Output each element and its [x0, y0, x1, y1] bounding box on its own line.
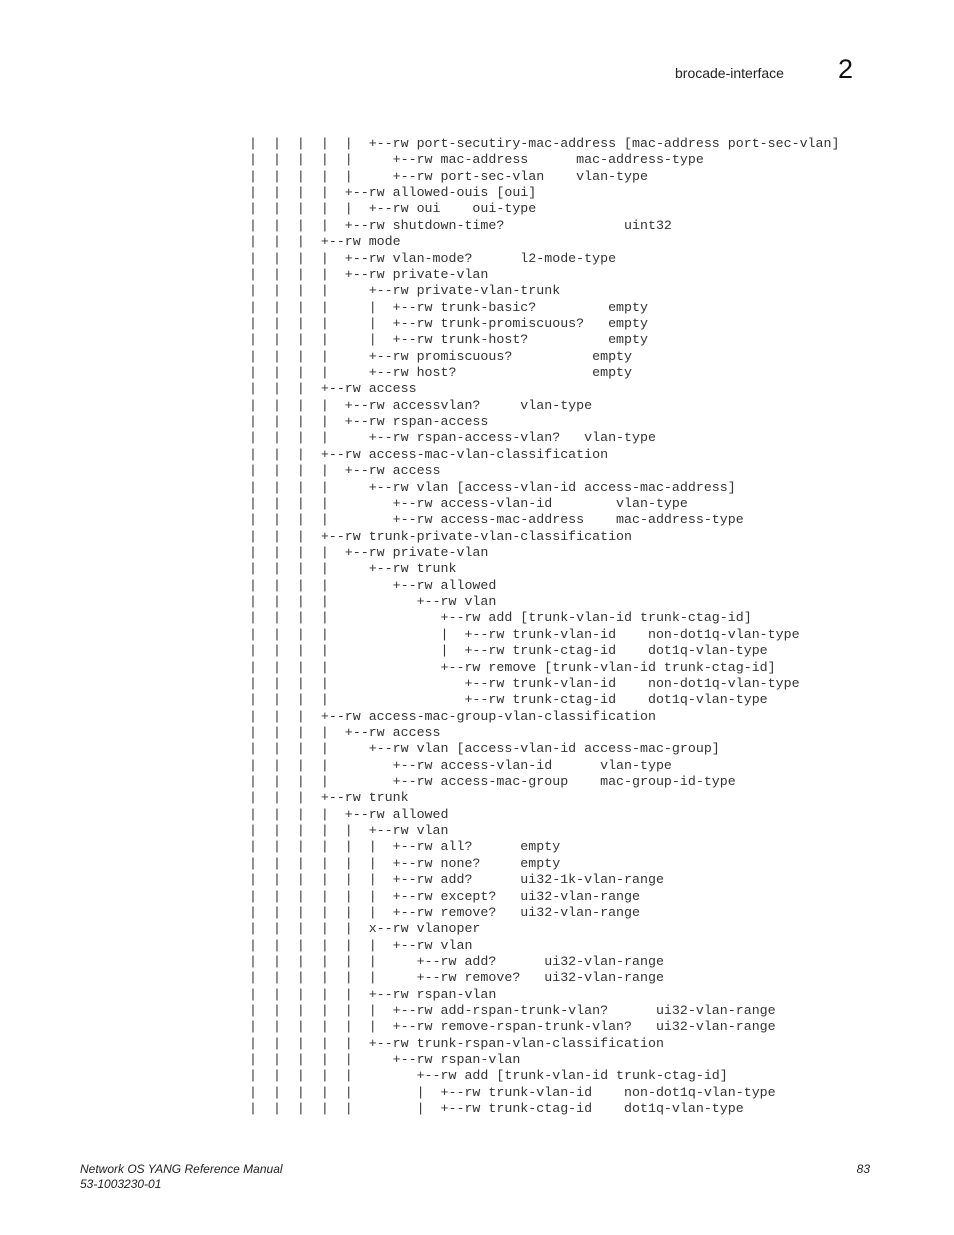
tree-line: | | | | +--rw add [trunk-vlan-id trunk-c… [249, 610, 752, 626]
footer-manual-title: Network OS YANG Reference Manual [80, 1162, 283, 1176]
tree-line: | | | +--rw access-mac-vlan-classificati… [249, 446, 609, 462]
tree-line: | | | | +--rw rspan-access-vlan? vlan-ty… [249, 430, 656, 446]
tree-line: | | | | +--rw remove [trunk-vlan-id trun… [249, 659, 776, 675]
tree-line: | | | | | | +--rw add? ui32-1k-vlan-rang… [249, 872, 664, 888]
tree-line: | | | | | | +--rw remove? ui32-vlan-rang… [249, 904, 640, 920]
tree-line: | | | | | | +--rw none? empty [249, 855, 561, 871]
tree-line: | | | | +--rw trunk [249, 561, 457, 577]
tree-line: | | | | +--rw shutdown-time? uint32 [249, 217, 672, 233]
tree-line: | | | | +--rw allowed [249, 806, 449, 822]
tree-line: | | | | +--rw access-mac-group mac-group… [249, 774, 736, 790]
tree-line: | | | | +--rw rspan-access [249, 414, 489, 430]
tree-line: | | | | | +--rw add [trunk-vlan-id trunk… [249, 1068, 728, 1084]
tree-line: | | | | +--rw vlan [access-vlan-id acces… [249, 479, 736, 495]
tree-line: | | | +--rw mode [249, 234, 401, 250]
tree-line: | | | +--rw access-mac-group-vlan-classi… [249, 708, 656, 724]
tree-line: | | | | +--rw vlan [249, 594, 497, 610]
tree-line: | | | | | +--rw vlan [249, 823, 449, 839]
tree-line: | | | | +--rw vlan [access-vlan-id acces… [249, 741, 720, 757]
tree-line: | | | +--rw trunk-private-vlan-classific… [249, 528, 633, 544]
tree-line: | | | | +--rw trunk-ctag-id dot1q-vlan-t… [249, 692, 768, 708]
tree-line: | | | | | +--rw trunk-basic? empty [249, 299, 648, 315]
tree-line: | | | +--rw trunk [249, 790, 409, 806]
tree-line: | | | | +--rw trunk-vlan-id non-dot1q-vl… [249, 675, 800, 691]
tree-line: | | | | +--rw promiscuous? empty [249, 348, 633, 364]
tree-line: | | | | | +--rw oui oui-type [249, 201, 537, 217]
yang-tree-listing: | | | | | +--rw port-secutiry-mac-addres… [249, 136, 839, 1118]
tree-line: | | | | | +--rw mac-address mac-address-… [249, 152, 704, 168]
tree-line: | | | | | +--rw rspan-vlan [249, 1052, 521, 1068]
running-header-section-title: brocade-interface [675, 65, 784, 81]
footer-document-number: 53-1003230-01 [80, 1177, 162, 1191]
tree-line: | | | | +--rw accessvlan? vlan-type [249, 397, 593, 413]
tree-line: | | | | | +--rw trunk-rspan-vlan-classif… [249, 1035, 664, 1051]
tree-line: | | | | +--rw access [249, 463, 441, 479]
tree-line: | | | | +--rw host? empty [249, 365, 633, 381]
tree-line: | | | | +--rw allowed [249, 577, 497, 593]
tree-line: | | | | +--rw access-mac-address mac-add… [249, 512, 744, 528]
tree-line: | | | | | | +--rw trunk-vlan-id non-dot1… [249, 1084, 776, 1100]
tree-line: | | | | | +--rw trunk-host? empty [249, 332, 648, 348]
footer-page-number: 83 [856, 1162, 870, 1176]
tree-line: | | | | | +--rw trunk-vlan-id non-dot1q-… [249, 626, 800, 642]
tree-line: | | | | | | +--rw remove? ui32-vlan-rang… [249, 970, 664, 986]
tree-line: | | | | +--rw access-vlan-id vlan-type [249, 757, 672, 773]
tree-line: | | | | | | +--rw remove-rspan-trunk-vla… [249, 1019, 776, 1035]
tree-line: | | | | +--rw vlan-mode? l2-mode-type [249, 250, 617, 266]
tree-line: | | | | | | +--rw trunk-ctag-id dot1q-vl… [249, 1101, 744, 1117]
tree-line: | | | | | x--rw vlanoper [249, 921, 481, 937]
tree-line: | | | | +--rw private-vlan [249, 544, 489, 560]
tree-line: | | | | | +--rw trunk-ctag-id dot1q-vlan… [249, 643, 768, 659]
tree-line: | | | | | +--rw port-secutiry-mac-addres… [249, 136, 840, 151]
tree-line: | | | | +--rw private-vlan [249, 266, 489, 282]
tree-line: | | | | +--rw access [249, 724, 441, 740]
tree-line: | | | | | | +--rw add? ui32-vlan-range [249, 953, 664, 969]
tree-line: | | | +--rw access [249, 381, 417, 397]
tree-line: | | | | +--rw access-vlan-id vlan-type [249, 495, 688, 511]
tree-line: | | | | | +--rw rspan-vlan [249, 986, 497, 1002]
tree-line: | | | | | | +--rw add-rspan-trunk-vlan? … [249, 1003, 776, 1019]
tree-line: | | | | | | +--rw vlan [249, 937, 473, 953]
tree-line: | | | | | | +--rw except? ui32-vlan-rang… [249, 888, 640, 904]
tree-line: | | | | +--rw allowed-ouis [oui] [249, 185, 537, 201]
chapter-number: 2 [838, 54, 854, 84]
tree-line: | | | | | +--rw port-sec-vlan vlan-type [249, 168, 648, 184]
tree-line: | | | | | | +--rw all? empty [249, 839, 561, 855]
tree-line: | | | | +--rw private-vlan-trunk [249, 283, 561, 299]
tree-line: | | | | | +--rw trunk-promiscuous? empty [249, 315, 648, 331]
